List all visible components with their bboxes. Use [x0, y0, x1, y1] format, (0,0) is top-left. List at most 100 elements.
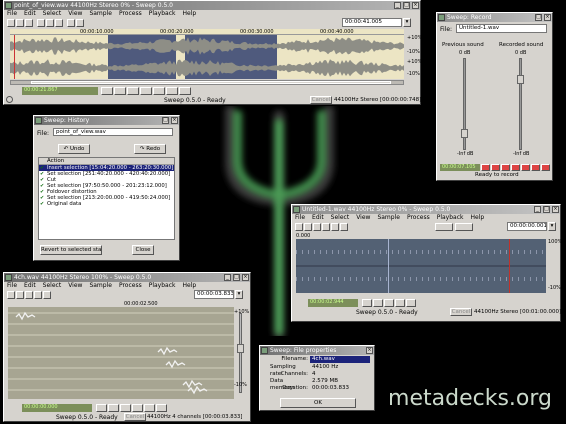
cancel-button[interactable]: Cancel [124, 413, 146, 421]
paste-icon[interactable] [340, 223, 348, 231]
paste-icon[interactable] [55, 19, 63, 27]
play-icon[interactable] [373, 299, 383, 307]
rewind-icon[interactable] [144, 404, 155, 412]
menu-edit[interactable]: Edit [24, 10, 36, 17]
list-item[interactable]: Original data [39, 201, 174, 207]
menu-process[interactable]: Process [119, 282, 142, 289]
minimize-icon[interactable]: _ [224, 274, 231, 281]
menu-select[interactable]: Select [43, 10, 62, 17]
stop-icon[interactable] [384, 299, 394, 307]
waveform-view[interactable] [296, 239, 546, 293]
loop-icon[interactable] [120, 404, 131, 412]
chevron-down-icon[interactable]: ▾ [403, 18, 411, 27]
new-icon[interactable] [7, 19, 15, 27]
record-icon[interactable] [362, 299, 372, 307]
undo-button[interactable]: ↶ Undo [58, 144, 90, 154]
play-icon[interactable] [114, 87, 126, 95]
menu-sample[interactable]: Sample [89, 282, 112, 289]
close-button[interactable]: Close [132, 245, 154, 255]
file-select[interactable]: Untitled-1.wav [456, 24, 547, 33]
cancel-button[interactable]: Cancel [450, 308, 472, 316]
redo-button[interactable]: ↷ Redo [134, 144, 166, 154]
menu-view[interactable]: View [356, 214, 370, 221]
record-icon[interactable] [491, 164, 500, 171]
copy-icon[interactable] [46, 19, 54, 27]
menu-sample[interactable]: Sample [377, 214, 400, 221]
vertical-scrollbar[interactable] [237, 313, 244, 393]
maximize-icon[interactable]: □ [162, 117, 169, 124]
title-bar[interactable]: Sweep: File properties × [260, 346, 374, 355]
chevron-down-icon[interactable]: ▾ [548, 222, 556, 231]
record-icon[interactable] [101, 87, 113, 95]
zoom-out-icon[interactable] [76, 19, 84, 27]
loop-icon[interactable] [127, 87, 139, 95]
menu-edit[interactable]: Edit [312, 214, 324, 221]
close-icon[interactable] [541, 164, 550, 171]
cut-icon[interactable] [34, 291, 42, 299]
new-icon[interactable] [295, 223, 303, 231]
close-icon[interactable]: × [242, 274, 249, 281]
fast-forward-icon[interactable] [406, 299, 416, 307]
menu-select[interactable]: Select [331, 214, 350, 221]
play-icon[interactable] [511, 164, 520, 171]
maximize-icon[interactable]: □ [233, 274, 240, 281]
waveform-view[interactable] [10, 35, 404, 79]
title-bar[interactable]: Sweep: Record □ × [437, 13, 552, 22]
open-icon[interactable] [16, 291, 24, 299]
record-icon[interactable] [481, 164, 490, 171]
cut-icon[interactable] [37, 19, 45, 27]
skip-end-icon[interactable] [179, 87, 191, 95]
title-bar[interactable]: point_of_view.wav 44100Hz Stereo 0% - Sw… [4, 1, 420, 10]
title-bar[interactable]: Untitled-1.wav 44100Hz Stereo 0% - Sweep… [292, 205, 560, 214]
menu-playback[interactable]: Playback [149, 282, 176, 289]
title-bar[interactable]: 4ch.wav 44100Hz Stereo 100% - Sweep 0.5.… [4, 273, 250, 282]
file-select[interactable]: point_of_view.wav [53, 128, 173, 136]
menu-playback[interactable]: Playback [149, 10, 176, 17]
copy-icon[interactable] [331, 223, 339, 231]
menu-help[interactable]: Help [182, 10, 196, 17]
open-icon[interactable] [304, 223, 312, 231]
stop-icon[interactable] [140, 87, 152, 95]
horizontal-scrollbar[interactable] [10, 80, 404, 85]
menu-view[interactable]: View [68, 282, 82, 289]
menu-help[interactable]: Help [470, 214, 484, 221]
previous-sound-slider[interactable] [461, 58, 468, 150]
close-icon[interactable]: × [171, 117, 178, 124]
pause-icon[interactable] [521, 164, 530, 171]
menu-file[interactable]: File [295, 214, 305, 221]
save-icon[interactable] [25, 19, 33, 27]
menu-process[interactable]: Process [119, 10, 142, 17]
maximize-icon[interactable]: □ [543, 206, 550, 213]
skip-end-icon[interactable] [531, 164, 540, 171]
revert-button[interactable]: Revert to selected state [40, 245, 102, 255]
close-icon[interactable]: × [552, 206, 559, 213]
ok-button[interactable]: OK [280, 398, 356, 408]
chevron-down-icon[interactable]: ▾ [235, 290, 243, 299]
waveform-view[interactable] [8, 307, 234, 399]
play-icon[interactable] [108, 404, 119, 412]
open-icon[interactable] [16, 19, 24, 27]
rewind-icon[interactable] [395, 299, 405, 307]
scrub-tool-icon[interactable] [455, 223, 473, 231]
menu-help[interactable]: Help [182, 282, 196, 289]
minimize-icon[interactable]: _ [394, 2, 401, 9]
new-icon[interactable] [7, 291, 15, 299]
select-tool-icon[interactable] [435, 223, 453, 231]
filename-field[interactable]: 4ch.wav [310, 356, 370, 363]
stop-icon[interactable] [501, 164, 510, 171]
recorded-sound-slider[interactable] [517, 58, 524, 150]
menu-file[interactable]: File [7, 282, 17, 289]
fast-forward-icon[interactable] [166, 87, 178, 95]
fast-forward-icon[interactable] [156, 404, 167, 412]
maximize-icon[interactable]: □ [403, 2, 410, 9]
title-bar[interactable]: Sweep: History □ × [34, 116, 179, 125]
menu-edit[interactable]: Edit [24, 282, 36, 289]
zoom-in-icon[interactable] [67, 19, 75, 27]
cancel-button[interactable]: Cancel [310, 96, 332, 104]
menu-process[interactable]: Process [407, 214, 430, 221]
menu-select[interactable]: Select [43, 282, 62, 289]
menu-file[interactable]: File [7, 10, 17, 17]
stop-icon[interactable] [132, 404, 143, 412]
save-icon[interactable] [313, 223, 321, 231]
cut-icon[interactable] [322, 223, 330, 231]
